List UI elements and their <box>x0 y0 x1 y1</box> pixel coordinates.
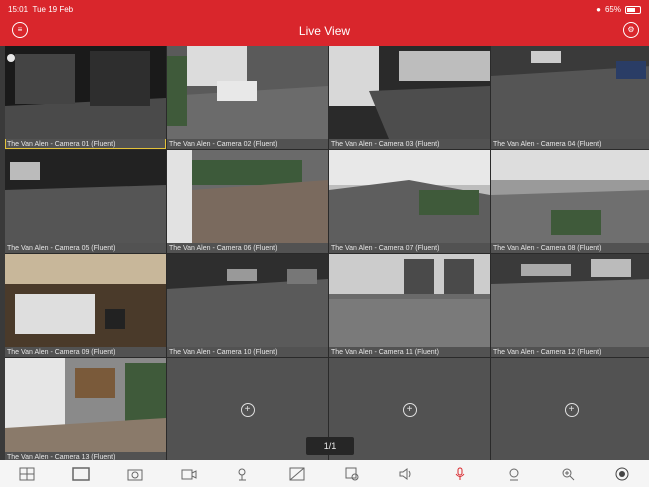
camera-label: The Van Alen - Camera 10 (Fluent) <box>169 349 278 356</box>
add-icon: + <box>568 404 575 415</box>
camera-label: The Van Alen - Camera 12 (Fluent) <box>493 349 602 356</box>
camera-cell[interactable]: The Van Alen - Camera 01 (Fluent) <box>5 46 166 149</box>
camera-feed <box>167 46 328 139</box>
camera-feed <box>167 150 328 243</box>
layout-button[interactable] <box>18 465 36 483</box>
layout-icon <box>19 467 35 480</box>
app-header: 15:01 Tue 19 Feb ● 65% ≡ Live View ⚙ <box>0 0 649 46</box>
audio-button[interactable] <box>397 465 415 483</box>
camera-feed <box>5 46 166 139</box>
camera-label: The Van Alen - Camera 08 (Fluent) <box>493 245 602 252</box>
settings-icon: ⚙ <box>627 25 635 34</box>
empty-cell[interactable]: + <box>167 358 328 462</box>
playback-icon <box>345 467 358 480</box>
camera-feed <box>167 254 328 347</box>
quality-icon <box>289 467 305 480</box>
camera-cell[interactable]: The Van Alen - Camera 11 (Fluent) <box>329 254 490 357</box>
page-indicator: 1/1 <box>306 437 354 455</box>
window-icon <box>72 466 90 481</box>
wifi-icon: ● <box>596 5 601 14</box>
fisheye-icon <box>509 468 519 480</box>
camera-label: The Van Alen - Camera 11 (Fluent) <box>331 349 439 356</box>
camera-cell[interactable]: The Van Alen - Camera 03 (Fluent) <box>329 46 490 149</box>
ptz-button[interactable] <box>234 465 252 483</box>
empty-cell[interactable]: + <box>491 358 649 462</box>
add-camera-button[interactable]: + <box>240 403 255 417</box>
camera-feed <box>329 254 490 347</box>
camera-cell[interactable]: The Van Alen - Camera 06 (Fluent) <box>167 150 328 253</box>
camera-cell[interactable]: The Van Alen - Camera 07 (Fluent) <box>329 150 490 253</box>
playback-button[interactable] <box>343 465 361 483</box>
add-camera-button[interactable]: + <box>402 403 417 417</box>
snapshot-icon <box>127 469 143 480</box>
camera-label: The Van Alen - Camera 03 (Fluent) <box>331 141 440 148</box>
camera-cell[interactable]: The Van Alen - Camera 05 (Fluent) <box>5 150 166 253</box>
record-button[interactable] <box>180 465 198 483</box>
camera-feed <box>329 150 490 243</box>
talk-button[interactable] <box>451 465 469 483</box>
camera-label: The Van Alen - Camera 07 (Fluent) <box>331 245 440 252</box>
zoom-icon <box>562 468 575 480</box>
status-time: 15:01 Tue 19 Feb <box>8 5 74 14</box>
add-icon: + <box>406 404 413 415</box>
audio-icon <box>399 467 411 480</box>
camera-label: The Van Alen - Camera 04 (Fluent) <box>493 141 602 148</box>
capture-icon <box>615 467 629 480</box>
battery-icon <box>625 5 641 14</box>
capture-button[interactable] <box>613 465 631 483</box>
page-title: Live View <box>298 24 351 38</box>
camera-cell[interactable]: The Van Alen - Camera 13 (Fluent) <box>5 358 166 462</box>
camera-cell[interactable]: The Van Alen - Camera 12 (Fluent) <box>491 254 649 357</box>
camera-label: The Van Alen - Camera 09 (Fluent) <box>7 349 116 356</box>
quality-button[interactable] <box>288 465 306 483</box>
camera-grid: The Van Alen - Camera 01 (Fluent) The Va… <box>5 46 649 462</box>
camera-cell[interactable]: The Van Alen - Camera 08 (Fluent) <box>491 150 649 253</box>
camera-feed <box>5 254 166 347</box>
window-button[interactable] <box>72 465 90 483</box>
zoom-button[interactable] <box>559 465 577 483</box>
battery-text: 65% <box>604 5 621 14</box>
add-icon: + <box>244 404 251 415</box>
camera-feed <box>5 358 166 452</box>
camera-cell[interactable]: The Van Alen - Camera 09 (Fluent) <box>5 254 166 357</box>
talk-icon <box>455 467 465 480</box>
camera-label: The Van Alen - Camera 05 (Fluent) <box>7 245 116 252</box>
camera-feed <box>491 150 649 243</box>
fisheye-button[interactable] <box>505 465 523 483</box>
camera-feed <box>491 46 649 139</box>
camera-cell[interactable]: The Van Alen - Camera 10 (Fluent) <box>167 254 328 357</box>
bottom-toolbar <box>0 460 649 487</box>
snapshot-button[interactable] <box>126 465 144 483</box>
camera-cell[interactable]: The Van Alen - Camera 02 (Fluent) <box>167 46 328 149</box>
camera-label: The Van Alen - Camera 02 (Fluent) <box>169 141 278 148</box>
status-right: ● 65% <box>596 5 641 14</box>
camera-label: The Van Alen - Camera 06 (Fluent) <box>169 245 278 252</box>
ptz-icon <box>238 468 247 480</box>
camera-feed <box>5 150 166 243</box>
camera-feed <box>491 254 649 347</box>
add-camera-button[interactable]: + <box>564 403 579 417</box>
record-icon <box>181 469 197 479</box>
camera-feed <box>329 46 490 139</box>
settings-button[interactable]: ⚙ <box>623 22 639 38</box>
camera-cell[interactable]: The Van Alen - Camera 04 (Fluent) <box>491 46 649 149</box>
camera-label: The Van Alen - Camera 01 (Fluent) <box>7 141 116 148</box>
